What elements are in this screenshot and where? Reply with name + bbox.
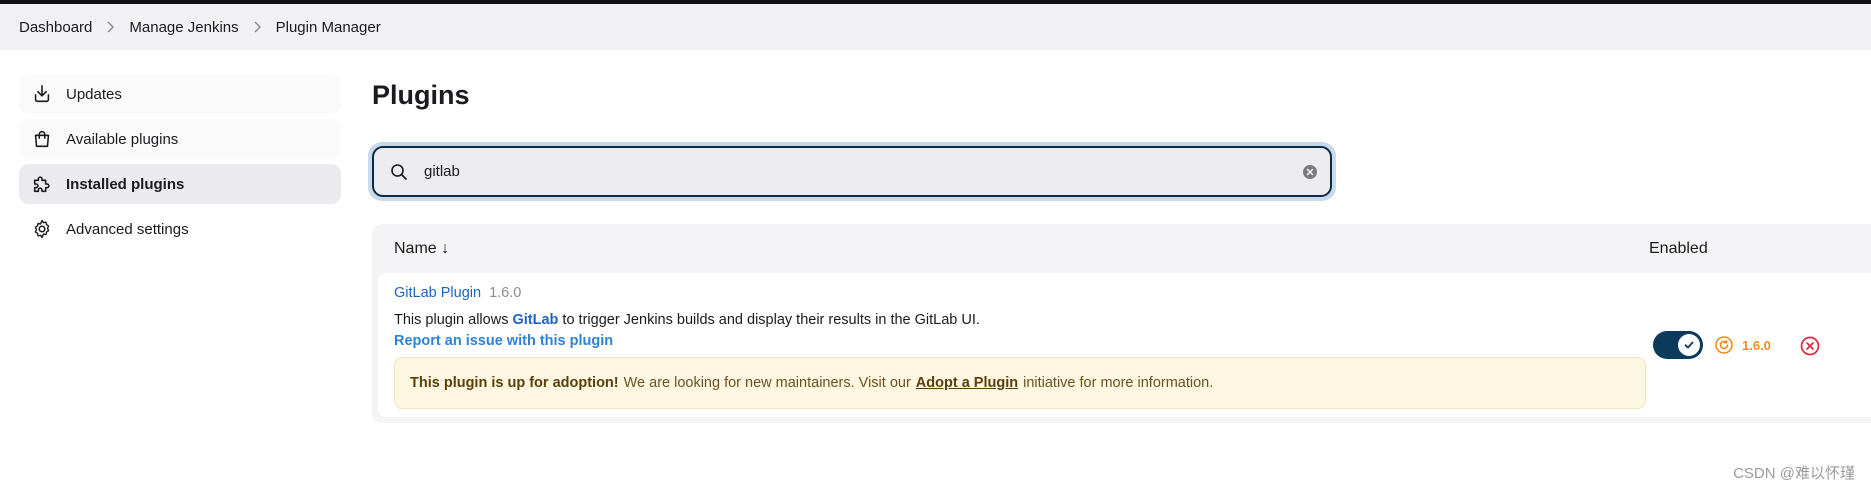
breadcrumb-manage-jenkins[interactable]: Manage Jenkins xyxy=(129,19,238,36)
chevron-right-icon xyxy=(253,21,262,33)
adoption-title: This plugin is up for adoption! xyxy=(410,375,619,391)
table-row: GitLab Plugin 1.6.0 This plugin allows Gi… xyxy=(378,273,1871,417)
plugin-description-text: to trigger Jenkins builds and display th… xyxy=(558,312,980,328)
gitlab-link[interactable]: GitLab xyxy=(512,312,558,328)
sidebar-item-advanced-settings[interactable]: Advanced settings xyxy=(19,209,341,249)
breadcrumb-plugin-manager[interactable]: Plugin Manager xyxy=(276,19,381,36)
check-icon xyxy=(1678,334,1700,356)
plugin-name-line: GitLab Plugin 1.6.0 xyxy=(394,285,521,301)
sidebar-item-label: Installed plugins xyxy=(66,175,185,193)
chevron-right-icon xyxy=(106,21,115,33)
search-box[interactable] xyxy=(372,146,1332,197)
page-title: Plugins xyxy=(372,80,470,110)
adoption-text: initiative for more information. xyxy=(1023,375,1214,391)
plugin-description: This plugin allows GitLab to trigger Jen… xyxy=(394,312,980,328)
downgrade-button[interactable]: 1.6.0 xyxy=(1714,335,1771,355)
sidebar-item-installed-plugins[interactable]: Installed plugins xyxy=(19,164,341,204)
plugin-description-text: This plugin allows xyxy=(394,312,513,328)
uninstall-close-icon[interactable] xyxy=(1799,335,1821,357)
plugin-version: 1.6.0 xyxy=(489,285,522,301)
breadcrumb-dashboard[interactable]: Dashboard xyxy=(19,19,92,36)
adoption-notice: This plugin is up for adoption! We are l… xyxy=(394,357,1646,409)
search-icon xyxy=(390,163,408,181)
downgrade-icon xyxy=(1714,335,1734,355)
sidebar-item-label: Advanced settings xyxy=(66,220,189,238)
clear-search-icon[interactable] xyxy=(1302,164,1318,180)
breadcrumb: Dashboard Manage Jenkins Plugin Manager xyxy=(0,4,1871,50)
sidebar-item-label: Updates xyxy=(66,85,122,103)
gear-icon xyxy=(31,218,53,240)
adopt-a-plugin-link[interactable]: Adopt a Plugin xyxy=(916,375,1018,391)
plugins-table: Name ↓ Enabled GitLab Plugin 1.6.0 This p… xyxy=(372,224,1871,423)
adoption-text: We are looking for new maintainers. Visi… xyxy=(623,375,911,391)
search-input[interactable] xyxy=(424,163,1302,180)
sidebar: Updates Available plugins Installed plug… xyxy=(19,74,341,254)
downgrade-version: 1.6.0 xyxy=(1742,337,1771,353)
report-issue-link[interactable]: Report an issue with this plugin xyxy=(394,333,613,349)
sidebar-item-updates[interactable]: Updates xyxy=(19,74,341,114)
enabled-toggle[interactable] xyxy=(1653,331,1703,359)
column-header-enabled: Enabled xyxy=(1649,240,1708,257)
plugin-name-link[interactable]: GitLab Plugin xyxy=(394,285,481,301)
download-icon xyxy=(31,83,53,105)
search-focus-ring xyxy=(368,142,1336,201)
puzzle-icon xyxy=(31,173,53,195)
watermark: CSDN @难以怀瑾 xyxy=(1733,465,1855,482)
column-header-name[interactable]: Name ↓ xyxy=(394,240,449,258)
sidebar-item-available-plugins[interactable]: Available plugins xyxy=(19,119,341,159)
sidebar-item-label: Available plugins xyxy=(66,130,179,148)
shopping-bag-icon xyxy=(31,128,53,150)
